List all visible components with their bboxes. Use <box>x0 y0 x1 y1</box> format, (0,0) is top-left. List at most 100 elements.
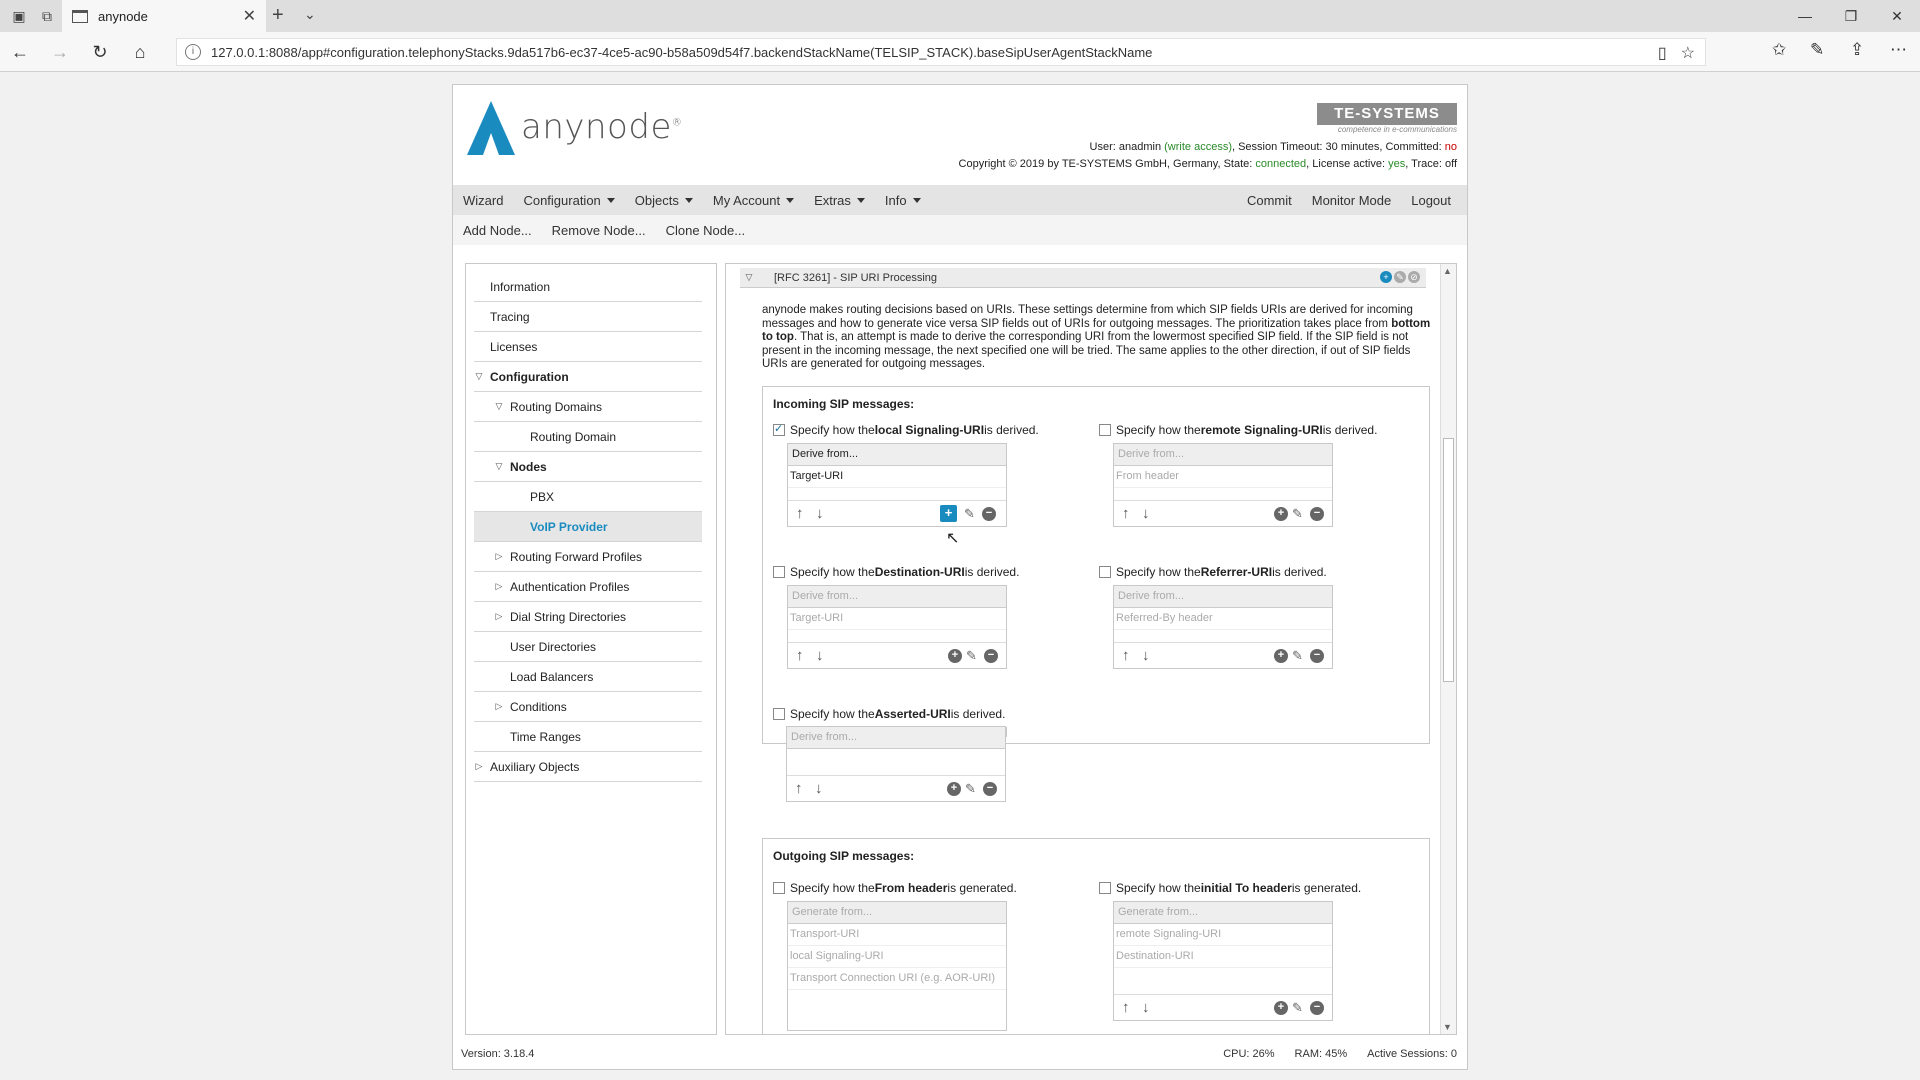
edit-icon[interactable]: ✎ <box>964 506 975 522</box>
menu-configuration[interactable]: Configuration <box>513 185 624 215</box>
from-header-option[interactable]: Specify how the From header is generated… <box>773 881 1017 895</box>
tree-item-tracing[interactable]: Tracing <box>474 302 702 332</box>
edit-icon[interactable]: ✎ <box>1394 271 1406 283</box>
remove-node-button[interactable]: Remove Node... <box>542 223 656 238</box>
remote-signaling-checkbox[interactable] <box>1099 424 1111 436</box>
tree-item-auxiliary-objects[interactable]: ▷ Auxiliary Objects <box>474 752 702 782</box>
move-up-icon[interactable]: ↑ <box>1122 647 1130 664</box>
referrer-option[interactable]: Specify how the Referrer-URI is derived. <box>1099 565 1327 579</box>
add-circle-icon[interactable]: + <box>1380 271 1392 283</box>
to-header-checkbox[interactable] <box>1099 882 1111 894</box>
remove-icon[interactable]: − <box>983 782 997 796</box>
vertical-scrollbar[interactable]: ▲ ▼ <box>1440 264 1456 1034</box>
menu-wizard[interactable]: Wizard <box>453 185 513 215</box>
menu-info[interactable]: Info <box>875 185 931 215</box>
favorites-icon[interactable]: ✩ <box>1772 40 1786 60</box>
add-icon[interactable]: + <box>940 505 957 522</box>
home-icon[interactable]: ⌂ <box>128 40 152 64</box>
tree-item-load-balancers[interactable]: Load Balancers <box>474 662 702 692</box>
edit-icon[interactable]: ✎ <box>1292 506 1303 522</box>
info-icon[interactable]: i <box>185 44 201 60</box>
star-icon[interactable]: ☆ <box>1681 43 1695 63</box>
restore-icon[interactable]: ❐ <box>1828 0 1874 32</box>
add-icon[interactable]: + <box>1274 1001 1288 1015</box>
local-signaling-checkbox[interactable] <box>773 422 785 436</box>
reading-view-icon[interactable]: ▯ <box>1658 43 1667 63</box>
more-icon[interactable]: ⋯ <box>1890 40 1907 60</box>
tree-item-voip-provider[interactable]: VoIP Provider <box>474 512 702 542</box>
tree-item-routing-forward-profiles[interactable]: ▷ Routing Forward Profiles <box>474 542 702 572</box>
local-signaling-option[interactable]: Specify how the local Signaling-URI is d… <box>773 422 1039 437</box>
section-header[interactable]: ▽ [RFC 3261] - SIP URI Processing + ✎ ⊘ <box>740 268 1426 288</box>
edit-icon[interactable]: ✎ <box>1292 648 1303 664</box>
refresh-icon[interactable]: ↻ <box>88 40 112 64</box>
minimize-icon[interactable]: — <box>1782 0 1828 32</box>
close-tab-icon[interactable]: ✕ <box>243 6 256 26</box>
tree-item-routing-domain[interactable]: Routing Domain <box>474 422 702 452</box>
pen-icon[interactable]: ✎ <box>1810 40 1824 60</box>
tree-item-routing-domains[interactable]: ▽ Routing Domains <box>474 392 702 422</box>
set-aside-tabs-icon[interactable]: ⧉ <box>34 3 60 29</box>
expanded-triangle-icon[interactable]: ▽ <box>744 272 754 283</box>
tree-item-nodes[interactable]: ▽ Nodes <box>474 452 702 482</box>
remove-icon[interactable]: − <box>1310 1001 1324 1015</box>
tree-item-authentication-profiles[interactable]: ▷ Authentication Profiles <box>474 572 702 602</box>
share-icon[interactable]: ⇪ <box>1850 40 1864 60</box>
from-header-checkbox[interactable] <box>773 882 785 894</box>
move-down-icon[interactable]: ↓ <box>1142 647 1150 664</box>
remove-icon[interactable]: ⊘ <box>1408 271 1420 283</box>
url-input[interactable]: i 127.0.0.1:8088/app#configuration.telep… <box>176 38 1706 66</box>
add-icon[interactable]: + <box>947 782 961 796</box>
destination-option[interactable]: Specify how the Destination-URI is deriv… <box>773 565 1019 579</box>
remove-icon[interactable]: − <box>982 507 996 521</box>
menu-extras[interactable]: Extras <box>804 185 875 215</box>
move-down-icon[interactable]: ↓ <box>815 780 823 797</box>
move-down-icon[interactable]: ↓ <box>816 505 824 522</box>
remove-icon[interactable]: − <box>1310 649 1324 663</box>
add-icon[interactable]: + <box>1274 649 1288 663</box>
tree-item-conditions[interactable]: ▷ Conditions <box>474 692 702 722</box>
destination-checkbox[interactable] <box>773 566 785 578</box>
add-node-button[interactable]: Add Node... <box>453 223 542 238</box>
move-up-icon[interactable]: ↑ <box>1122 999 1130 1016</box>
tree-item-dial-string-directories[interactable]: ▷ Dial String Directories <box>474 602 702 632</box>
tree-item-licenses[interactable]: Licenses <box>474 332 702 362</box>
new-tab-icon[interactable]: + <box>272 4 284 27</box>
browser-tab[interactable]: anynode ✕ <box>62 0 266 32</box>
scroll-up-icon[interactable]: ▲ <box>1443 266 1452 276</box>
menu-my-account[interactable]: My Account <box>703 185 804 215</box>
move-up-icon[interactable]: ↑ <box>796 505 804 522</box>
asserted-option[interactable]: Specify how the Asserted-URI is derived. <box>773 707 1005 721</box>
referrer-checkbox[interactable] <box>1099 566 1111 578</box>
close-window-icon[interactable]: ✕ <box>1874 0 1920 32</box>
scroll-down-icon[interactable]: ▼ <box>1443 1022 1452 1032</box>
back-icon[interactable]: ← <box>8 40 32 64</box>
remove-icon[interactable]: − <box>1310 507 1324 521</box>
move-up-icon[interactable]: ↑ <box>796 647 804 664</box>
edit-icon[interactable]: ✎ <box>1292 1000 1303 1016</box>
move-up-icon[interactable]: ↑ <box>1122 505 1130 522</box>
clone-node-button[interactable]: Clone Node... <box>656 223 756 238</box>
move-down-icon[interactable]: ↓ <box>1142 505 1150 522</box>
tree-item-pbx[interactable]: PBX <box>474 482 702 512</box>
menu-objects[interactable]: Objects <box>625 185 703 215</box>
logout-button[interactable]: Logout <box>1401 185 1461 215</box>
scrollbar-thumb[interactable] <box>1443 438 1454 682</box>
asserted-checkbox[interactable] <box>773 708 785 720</box>
chevron-down-icon[interactable]: ⌄ <box>304 6 316 23</box>
move-up-icon[interactable]: ↑ <box>795 780 803 797</box>
tree-item-information[interactable]: Information <box>474 272 702 302</box>
tree-item-user-directories[interactable]: User Directories <box>474 632 702 662</box>
edit-icon[interactable]: ✎ <box>965 781 976 797</box>
move-down-icon[interactable]: ↓ <box>816 647 824 664</box>
remote-signaling-option[interactable]: Specify how the remote Signaling-URI is … <box>1099 423 1377 437</box>
list-item[interactable]: Target-URI <box>788 466 1006 488</box>
add-icon[interactable]: + <box>948 649 962 663</box>
move-down-icon[interactable]: ↓ <box>1142 999 1150 1016</box>
tab-manager-icon[interactable]: ▣ <box>6 3 32 29</box>
tree-item-time-ranges[interactable]: Time Ranges <box>474 722 702 752</box>
add-icon[interactable]: + <box>1274 507 1288 521</box>
edit-icon[interactable]: ✎ <box>966 648 977 664</box>
local-signaling-list[interactable]: Derive from... Target-URI ↑ ↓ + ✎ − ↖ <box>787 443 1007 547</box>
tree-item-configuration[interactable]: ▽ Configuration <box>474 362 702 392</box>
